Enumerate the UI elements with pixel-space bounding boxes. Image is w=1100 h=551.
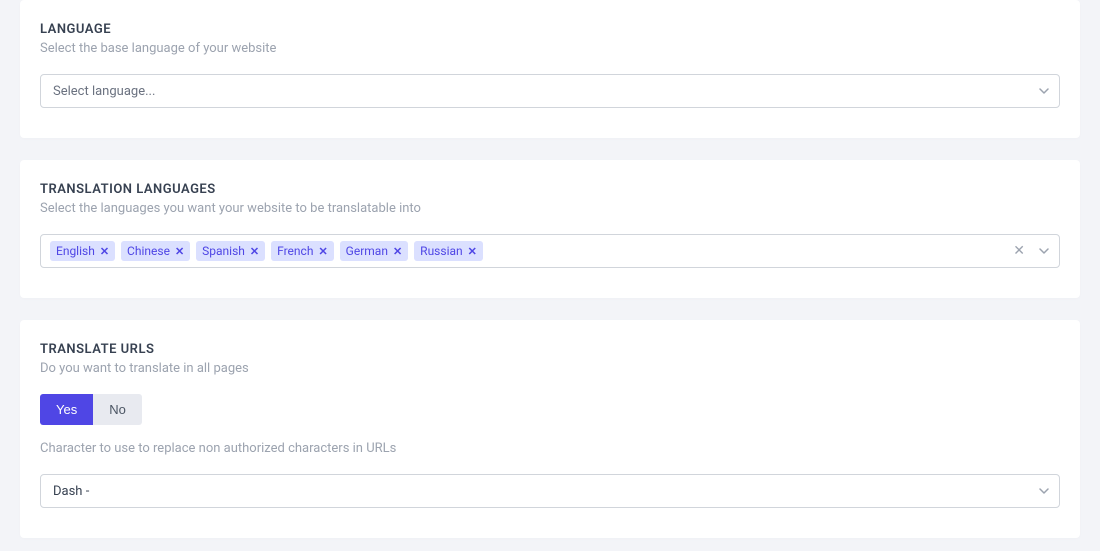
clear-all-icon[interactable]: ✕ — [1013, 243, 1025, 259]
translation-languages-title: TRANSLATION LANGUAGES — [40, 182, 1060, 197]
remove-tag-icon[interactable]: ✕ — [393, 245, 402, 258]
language-tag[interactable]: German ✕ — [340, 241, 409, 261]
tag-label: French — [277, 244, 313, 258]
language-select[interactable]: Select language... — [40, 74, 1060, 108]
translation-languages-card: TRANSLATION LANGUAGES Select the languag… — [20, 160, 1080, 298]
remove-tag-icon[interactable]: ✕ — [250, 245, 259, 258]
remove-tag-icon[interactable]: ✕ — [175, 245, 184, 258]
url-char-value: Dash - — [53, 484, 89, 499]
language-desc: Select the base language of your website — [40, 41, 1060, 56]
language-tag[interactable]: Russian ✕ — [414, 241, 483, 261]
tag-label: Chinese — [127, 244, 170, 258]
url-char-select[interactable]: Dash - — [40, 474, 1060, 508]
chevron-down-icon[interactable] — [1039, 246, 1049, 256]
language-tag[interactable]: Spanish ✕ — [196, 241, 265, 261]
language-select-placeholder: Select language... — [53, 84, 155, 99]
chevron-down-icon — [1039, 486, 1049, 496]
language-card: LANGUAGE Select the base language of you… — [20, 0, 1080, 138]
chevron-down-icon — [1039, 86, 1049, 96]
translate-urls-title: TRANSLATE URLS — [40, 342, 1060, 357]
language-tag[interactable]: Chinese ✕ — [121, 241, 190, 261]
translate-urls-toggle: Yes No — [40, 394, 142, 425]
remove-tag-icon[interactable]: ✕ — [468, 245, 477, 258]
tag-label: Spanish — [202, 244, 245, 258]
language-title: LANGUAGE — [40, 22, 1060, 37]
no-button[interactable]: No — [93, 394, 142, 425]
remove-tag-icon[interactable]: ✕ — [100, 245, 109, 258]
tag-label: English — [56, 244, 95, 258]
translate-urls-desc: Do you want to translate in all pages — [40, 361, 1060, 376]
language-tag[interactable]: French ✕ — [271, 241, 334, 261]
translation-languages-desc: Select the languages you want your websi… — [40, 201, 1060, 216]
remove-tag-icon[interactable]: ✕ — [318, 245, 327, 258]
translate-urls-card: TRANSLATE URLS Do you want to translate … — [20, 320, 1080, 538]
tag-label: Russian — [420, 244, 462, 258]
translation-languages-select[interactable]: English ✕ Chinese ✕ Spanish ✕ French ✕ G… — [40, 234, 1060, 268]
url-char-desc: Character to use to replace non authoriz… — [40, 441, 1060, 456]
yes-button[interactable]: Yes — [40, 394, 93, 425]
language-tag[interactable]: English ✕ — [50, 241, 115, 261]
tag-label: German — [346, 244, 388, 258]
